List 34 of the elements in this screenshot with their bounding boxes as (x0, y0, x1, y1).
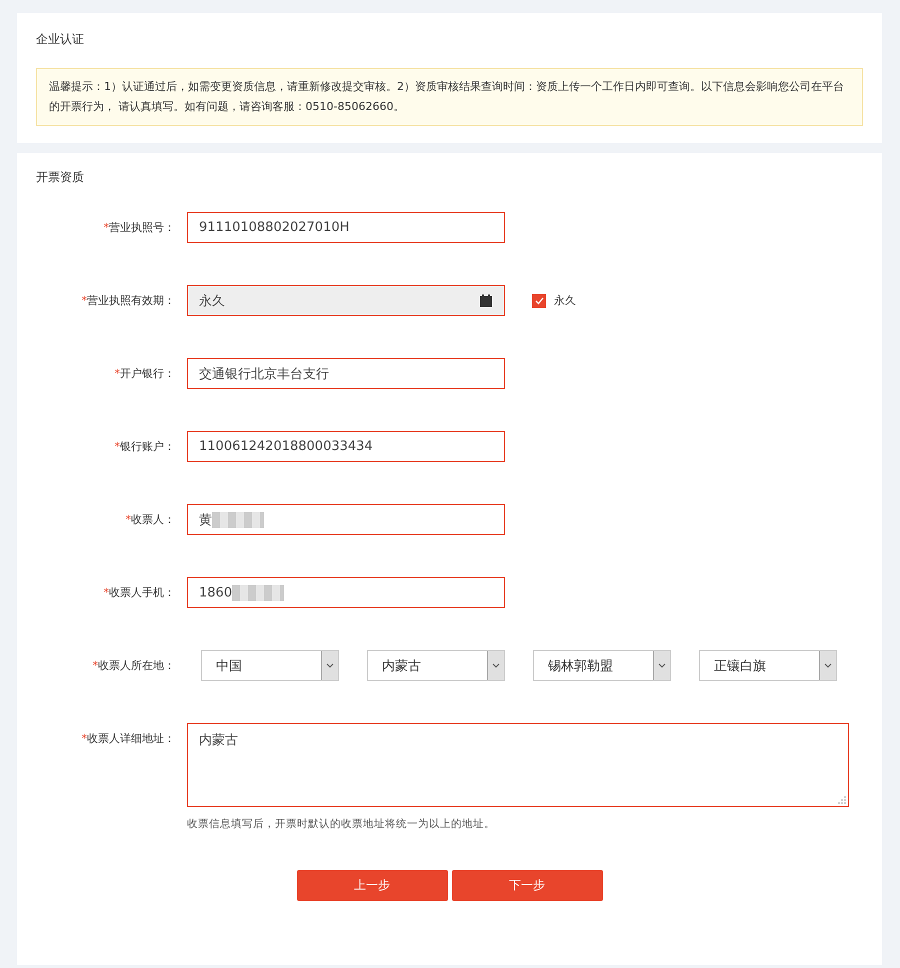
dropdown[interactable]: 中国 (201, 650, 339, 681)
field-label: *收票人手机： (102, 585, 175, 600)
chevron-icon (824, 663, 832, 668)
field-label: *收票人： (124, 512, 175, 527)
resize-handle-icon (838, 796, 846, 804)
field-label: *银行账户： (114, 439, 175, 454)
text-field[interactable]: 1860 (187, 577, 505, 608)
text-field[interactable]: 91110108802027010H (187, 212, 505, 243)
field-label: *收票人所在地： (92, 658, 175, 673)
chevron-icon (658, 663, 666, 668)
chevron-icon (326, 663, 334, 668)
dropdown[interactable]: 内蒙古 (367, 650, 505, 681)
field-label: *开户银行： (114, 366, 175, 381)
checkmark-icon (534, 296, 544, 304)
chevron-icon (492, 663, 500, 668)
dropdown[interactable]: 正镶白旗 (699, 650, 837, 681)
section-title: 开票资质 (36, 169, 85, 186)
text-field[interactable]: 黄 (187, 504, 505, 535)
text-field[interactable]: 交通银行北京丰台支行 (187, 358, 505, 389)
field-label: *收票人详细地址： (80, 731, 175, 746)
address-textarea[interactable]: 内蒙古 (187, 723, 849, 807)
notice-banner: 温馨提示：1）认证通过后，如需变更资质信息，请重新修改提交审核。2）资质审核结果查询时间：资质上传一个工作日内即可查询。以下信息会影响您公司在平台的开票行为， 请认真填写。如有问题，请咨询客服：0510-85062660。 (36, 68, 863, 126)
step-button[interactable]: 下一步 (452, 870, 602, 901)
dropdown[interactable]: 锡林郭勒盟 (533, 650, 671, 681)
calendar-icon (479, 294, 493, 308)
blurred-text (212, 512, 264, 528)
hint-text: 收票信息填写后，开票时默认的收票地址将统一为以上的地址。 (187, 817, 496, 831)
text-field[interactable]: 110061242018800033434 (187, 431, 505, 462)
checkbox-label: 永久 (554, 293, 576, 308)
field-label: *营业执照有效期： (80, 293, 175, 308)
blurred-text (232, 584, 284, 600)
field-label: *营业执照号： (102, 220, 175, 235)
page-title: 企业认证 (36, 31, 85, 48)
step-button[interactable]: 上一步 (296, 870, 448, 901)
